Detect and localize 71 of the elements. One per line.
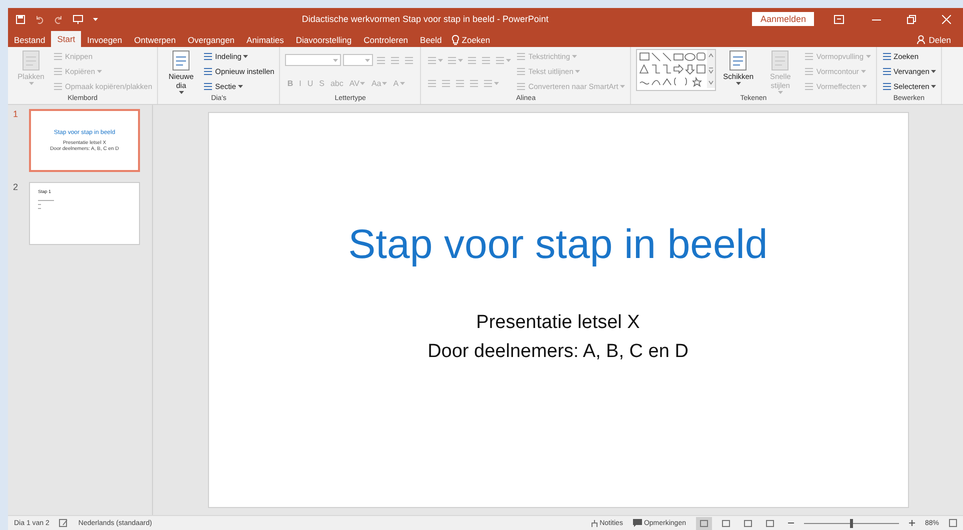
- lines-icon: [203, 66, 214, 76]
- presentation-icon: [73, 14, 83, 24]
- lines-icon: [481, 56, 492, 64]
- lines-icon: [882, 82, 892, 92]
- caret-icon: [93, 18, 98, 20]
- tell-me-button[interactable]: Zoeken: [448, 32, 494, 47]
- lines-icon: [495, 56, 506, 64]
- slide-title: Stap voor stap in beeld: [348, 221, 768, 268]
- lines-icon: [441, 78, 452, 88]
- lightbulb-icon: [452, 34, 459, 44]
- lines-icon: [882, 66, 892, 76]
- ribbon-tab[interactable]: Animaties: [240, 32, 290, 47]
- window-title: Didactische werkvormen Stap voor stap in beeld - PowerPoint: [300, 14, 550, 24]
- ribbon-tab[interactable]: Bestand: [8, 32, 52, 47]
- lines-icon: [469, 78, 480, 88]
- share-button[interactable]: Delen: [910, 32, 957, 47]
- lines-icon: [203, 82, 214, 92]
- ribbon-tab[interactable]: Controleren: [358, 32, 414, 47]
- lines-icon: [53, 82, 63, 92]
- lines-icon: [376, 56, 386, 64]
- slide-number: 2: [13, 182, 20, 194]
- ribbon-tab[interactable]: Overgangen: [182, 32, 241, 47]
- redo-icon: [54, 14, 63, 24]
- lines-icon: [427, 56, 438, 64]
- scroll-arrows-icon: [707, 50, 716, 88]
- close-icon: [942, 14, 951, 24]
- lines-icon: [483, 78, 494, 88]
- lines-icon: [804, 82, 814, 92]
- ribbon-tab[interactable]: Invoegen: [81, 32, 128, 47]
- lines-icon: [53, 52, 63, 61]
- lines-icon: [455, 78, 466, 88]
- slide-number: 1: [13, 109, 20, 121]
- shapes-drawing: [638, 51, 706, 89]
- lines-icon: [404, 56, 414, 64]
- view-button[interactable]: [696, 516, 712, 530]
- ribbon-tab[interactable]: Diavoorstelling: [290, 32, 358, 47]
- fit-slide-icon: [949, 519, 957, 527]
- undo-icon: [35, 14, 44, 24]
- lines-icon: [427, 78, 438, 88]
- sign-in-button[interactable]: Aanmelden: [752, 12, 814, 26]
- comment-icon: [632, 519, 642, 527]
- zoom-thumb[interactable]: [850, 518, 854, 528]
- lines-icon: [804, 66, 814, 76]
- lines-icon: [516, 52, 526, 61]
- lines-icon: [390, 56, 400, 64]
- slide-subtitle: Door deelnemers: A, B, C en D: [428, 341, 688, 363]
- person-icon: [916, 35, 926, 44]
- restore-icon: [907, 14, 916, 24]
- ribbon-tab[interactable]: Beeld: [414, 32, 448, 47]
- lines-icon: [804, 52, 814, 61]
- zoom-in-icon: [908, 520, 915, 526]
- lines-icon: [203, 52, 214, 61]
- lines-icon: [516, 82, 526, 92]
- ribbon-display-icon: [834, 14, 844, 24]
- slide-subtitle: Presentatie letsel X: [476, 312, 640, 334]
- view-icon: [744, 520, 752, 526]
- save-icon: [16, 14, 25, 24]
- view-icon: [700, 520, 708, 526]
- lines-icon: [467, 56, 478, 64]
- lines-icon: [516, 66, 526, 76]
- ribbon-tab[interactable]: Ontwerpen: [128, 32, 182, 47]
- view-icon: [766, 520, 774, 526]
- ribbon-tab[interactable]: Start: [51, 31, 82, 47]
- lines-icon: [53, 66, 63, 76]
- notes-icon: [590, 520, 598, 526]
- spellcheck-icon: [59, 519, 68, 527]
- zoom-out-icon: [788, 520, 794, 526]
- shapes-gallery[interactable]: [636, 49, 716, 91]
- lines-icon: [447, 56, 458, 64]
- lines-icon: [882, 52, 892, 61]
- view-icon: [722, 520, 730, 526]
